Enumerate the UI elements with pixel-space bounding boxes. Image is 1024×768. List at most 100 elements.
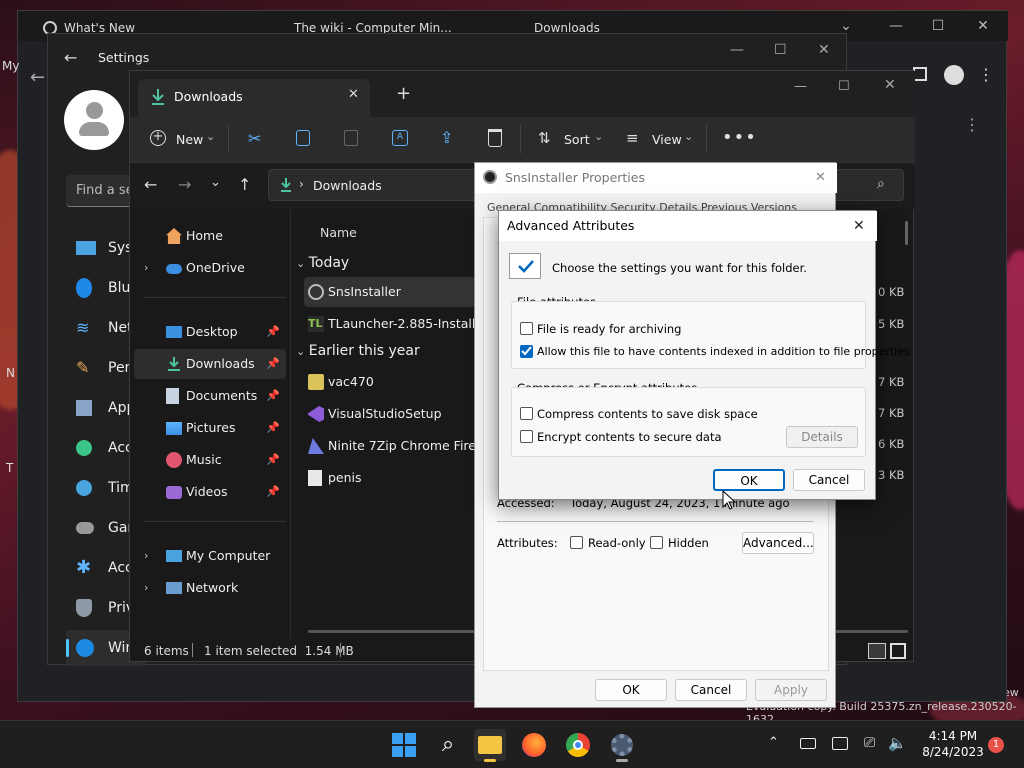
expand-chevron-icon[interactable]: › (144, 541, 148, 571)
pin-icon[interactable]: 📌 (266, 445, 280, 475)
nav-label: Documents (186, 388, 258, 403)
nav-home[interactable]: Home (134, 221, 286, 251)
settings-minimize-button[interactable]: — (730, 42, 744, 58)
nav-label: OneDrive (186, 260, 245, 275)
advanced-attributes-dialog[interactable]: Advanced Attributes ✕ Choose the setting… (498, 210, 910, 500)
paste-icon[interactable] (344, 130, 358, 146)
sort-button[interactable]: ⇅ Sort ⌄ (538, 129, 608, 151)
pin-icon[interactable]: 📌 (266, 413, 280, 443)
network-status-icon[interactable]: ⎚ (864, 735, 875, 751)
advanced-close-button[interactable]: ✕ (853, 211, 865, 241)
properties-close-button[interactable]: ✕ (815, 163, 826, 193)
nav-network[interactable]: › Network (134, 573, 286, 603)
user-avatar[interactable] (64, 90, 124, 150)
properties-ok-button[interactable]: OK (595, 679, 667, 701)
search-icon[interactable]: ⌕ (432, 729, 464, 761)
nav-videos[interactable]: Videos 📌 (134, 477, 286, 507)
file-row[interactable]: VisualStudioSetup (304, 399, 494, 429)
share-icon[interactable]: ⇪ (440, 128, 453, 147)
firefox-taskbar-button[interactable] (518, 729, 550, 761)
copy-icon[interactable] (296, 130, 310, 146)
vertical-scrollbar[interactable] (905, 221, 908, 245)
cut-icon[interactable]: ✂ (248, 129, 261, 148)
settings-maximize-button[interactable]: ☐ (774, 42, 787, 58)
nav-pictures[interactable]: Pictures 📌 (134, 413, 286, 443)
chrome-taskbar-button[interactable] (562, 729, 594, 761)
settings-close-button[interactable]: ✕ (818, 42, 830, 58)
nav-onedrive[interactable]: › OneDrive (134, 253, 286, 283)
system-icon (76, 241, 96, 255)
chrome-maximize-button[interactable]: ☐ (928, 17, 948, 35)
group-today[interactable]: ⌄ Today (296, 255, 349, 271)
properties-apply-button[interactable]: Apply (755, 679, 827, 701)
page-menu-icon[interactable]: ⋮ (964, 115, 980, 134)
compress-checkbox[interactable] (520, 407, 533, 420)
back-arrow-icon[interactable]: ← (144, 175, 157, 194)
rename-icon[interactable]: A (392, 130, 408, 146)
chrome-menu-icon[interactable]: ⋮ (978, 65, 994, 84)
recent-chevron-icon[interactable]: ⌄ (210, 175, 221, 190)
advanced-ok-button[interactable]: OK (713, 469, 785, 491)
group-earlier-this-year[interactable]: ⌄ Earlier this year (296, 343, 420, 359)
new-button[interactable]: + New ⌄ (150, 129, 230, 151)
nav-documents[interactable]: Documents 📌 (134, 381, 286, 411)
start-button[interactable] (388, 729, 420, 761)
up-arrow-icon[interactable]: ↑ (238, 175, 251, 194)
settings-taskbar-button[interactable] (606, 729, 638, 762)
nav-music[interactable]: Music 📌 (134, 445, 286, 475)
explorer-tab[interactable]: Downloads ✕ (138, 79, 370, 117)
volume-icon[interactable]: 🔈 (888, 734, 907, 752)
archive-checkbox[interactable] (520, 322, 533, 335)
tiles-view-icon[interactable] (890, 643, 906, 659)
details-button[interactable]: Details (786, 426, 858, 448)
explorer-maximize-button[interactable]: ☐ (838, 79, 850, 94)
new-tab-icon[interactable]: + (396, 83, 411, 104)
properties-cancel-button[interactable]: Cancel (675, 679, 747, 701)
clock[interactable]: 4:14 PM 8/24/2023 (918, 729, 988, 759)
index-checkbox[interactable] (520, 345, 533, 358)
encrypt-checkbox[interactable] (520, 430, 533, 443)
explorer-close-button[interactable]: ✕ (884, 77, 896, 93)
file-explorer-taskbar-button[interactable] (474, 729, 506, 762)
explorer-minimize-button[interactable]: — (794, 79, 807, 94)
chrome-minimize-button[interactable]: — (886, 17, 906, 35)
pin-icon[interactable]: 📌 (266, 317, 280, 347)
taskbar: ⌕ ⌃ ⎚ 🔈 4:14 PM 8/24/2023 1 (0, 720, 1024, 768)
advanced-button[interactable]: Advanced... (742, 532, 814, 554)
notification-badge[interactable]: 1 (988, 737, 1004, 753)
hidden-checkbox[interactable] (650, 536, 663, 549)
readonly-checkbox[interactable] (570, 536, 583, 549)
pin-icon[interactable]: 📌 (266, 477, 280, 507)
chrome-close-button[interactable]: ✕ (973, 17, 993, 35)
download-icon (168, 357, 180, 371)
column-header-name[interactable]: Name (320, 225, 357, 240)
details-view-icon[interactable] (868, 643, 886, 659)
display-icon[interactable] (832, 737, 848, 750)
expand-chevron-icon[interactable]: › (144, 253, 148, 283)
nav-desktop[interactable]: Desktop 📌 (134, 317, 286, 347)
profile-avatar-icon[interactable] (944, 65, 964, 85)
file-row[interactable]: Ninite 7Zip Chrome Firefox (304, 431, 494, 461)
keyboard-icon[interactable] (800, 738, 816, 749)
show-hidden-icons-icon[interactable]: ⌃ (768, 735, 779, 750)
file-row[interactable]: TL TLauncher-2.885-Installer-1.0 (304, 309, 494, 339)
more-options-icon[interactable]: ••• (722, 127, 757, 148)
settings-back-icon[interactable]: ← (64, 48, 77, 67)
side-panel-icon[interactable] (913, 67, 927, 81)
advanced-cancel-button[interactable]: Cancel (793, 469, 865, 491)
search-icon[interactable]: ⌕ (877, 176, 885, 192)
file-row[interactable]: SnsInstaller (304, 277, 494, 307)
nav-downloads[interactable]: Downloads 📌 (134, 349, 286, 379)
file-row[interactable]: vac470 (304, 367, 494, 397)
pin-icon[interactable]: 📌 (266, 381, 280, 411)
view-button[interactable]: ≡ View ⌄ (626, 129, 706, 151)
nav-my-computer[interactable]: › My Computer (134, 541, 286, 571)
forward-arrow-icon[interactable]: → (178, 175, 191, 194)
back-arrow-icon[interactable]: ← (30, 67, 45, 88)
tab-close-icon[interactable]: ✕ (348, 87, 359, 102)
delete-icon[interactable] (488, 129, 502, 147)
pin-icon[interactable]: 📌 (266, 349, 280, 379)
pane-splitter[interactable] (290, 209, 291, 639)
file-row[interactable]: penis (304, 463, 494, 493)
expand-chevron-icon[interactable]: › (144, 573, 148, 603)
